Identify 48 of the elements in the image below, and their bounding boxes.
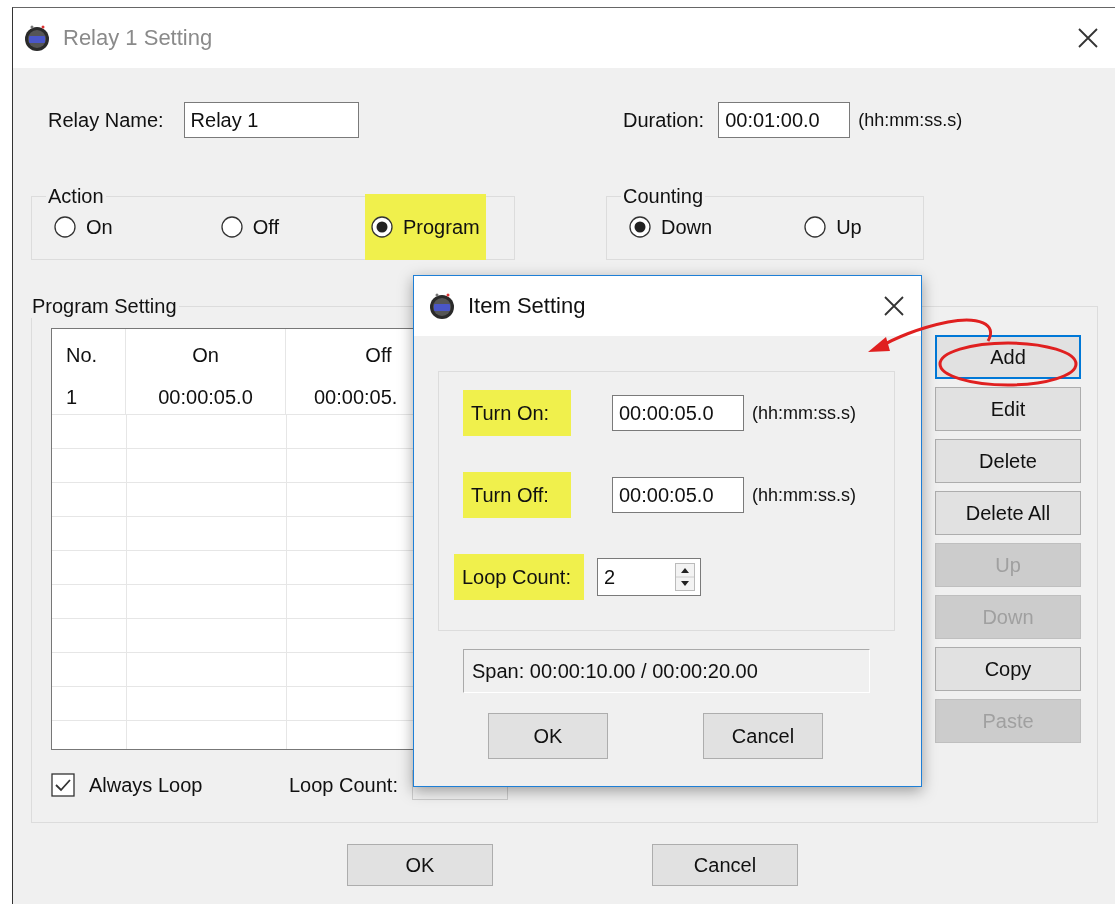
column-header[interactable]: On	[126, 329, 286, 381]
dialog-button[interactable]: Cancel	[703, 713, 823, 759]
dialog-title: Item Setting	[468, 293, 587, 319]
field-label: Duration:	[623, 108, 705, 132]
format-hint: (hh:mm:ss.s)	[752, 402, 856, 424]
spinner-value: 2	[604, 565, 617, 589]
radio-option[interactable]: Up	[798, 194, 868, 260]
radio-button[interactable]	[54, 216, 76, 238]
checkbox-label: Always Loop	[89, 773, 204, 797]
dialog-button[interactable]: OK	[488, 713, 608, 759]
action-button[interactable]: Delete	[935, 439, 1081, 483]
table-cell: 00:00:05.0	[126, 381, 286, 415]
format-hint: (hh:mm:ss.s)	[858, 109, 963, 131]
relay-name-field[interactable]: Relay 1	[183, 102, 359, 138]
format-hint: (hh:mm:ss.s)	[752, 484, 856, 506]
dialog-button[interactable]: Cancel	[652, 844, 798, 886]
app-icon	[23, 24, 51, 52]
column-header[interactable]: No.	[52, 329, 126, 381]
loop-count-spinner[interactable]: 2	[597, 558, 701, 596]
radio-button[interactable]	[220, 216, 243, 238]
highlighted-radio-option[interactable]: Program	[365, 194, 486, 260]
span-display: Span: 00:00:10.00 / 00:00:20.00	[463, 649, 870, 693]
time-field[interactable]: 00:00:05.0	[612, 395, 744, 431]
window-title: Relay 1 Setting	[63, 25, 214, 51]
radio-selected[interactable]	[629, 216, 651, 238]
highlighted-label: Loop Count:	[454, 554, 584, 600]
highlighted-label: Turn On:	[463, 390, 571, 436]
group-title: Action	[47, 185, 105, 208]
close-icon[interactable]	[1077, 27, 1099, 49]
spinner-arrows-icon[interactable]	[675, 563, 695, 591]
close-icon[interactable]	[883, 295, 905, 317]
app-icon	[428, 292, 456, 320]
highlighted-label: Turn Off:	[463, 472, 571, 518]
time-field[interactable]: 00:00:05.0	[612, 477, 744, 513]
dialog-button[interactable]: OK	[347, 844, 493, 886]
action-button[interactable]: Add	[935, 335, 1081, 379]
radio-button[interactable]	[804, 216, 827, 238]
field-label: Loop Count:	[289, 773, 398, 797]
action-button[interactable]: Copy	[935, 647, 1081, 691]
action-button[interactable]: Delete All	[935, 491, 1081, 535]
action-button[interactable]: Edit	[935, 387, 1081, 431]
group-title: Counting	[622, 185, 705, 208]
group-title: Program Setting	[31, 295, 178, 318]
radio-option[interactable]: Off	[214, 194, 285, 260]
radio-selected[interactable]	[371, 216, 393, 238]
field-label: Relay Name:	[48, 108, 164, 132]
duration-field[interactable]: 00:01:00.0	[718, 102, 851, 138]
checkbox[interactable]	[51, 773, 75, 797]
